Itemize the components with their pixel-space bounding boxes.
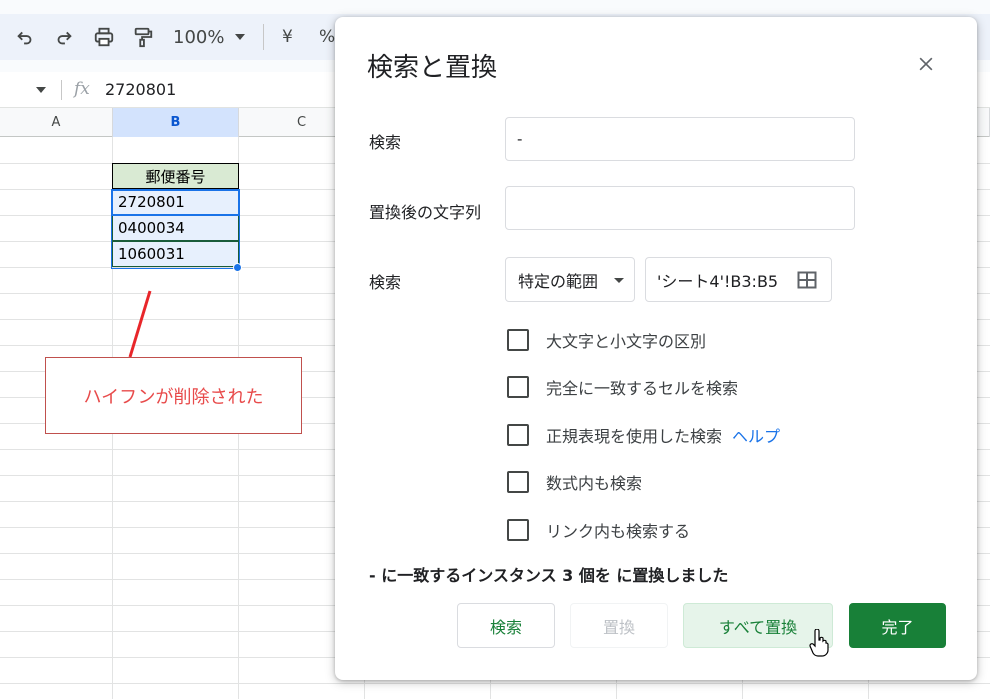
search-links-label: リンク内も検索する — [546, 522, 691, 541]
redo-icon[interactable] — [51, 24, 77, 50]
option-match-case[interactable]: 大文字と小文字の区別 — [507, 328, 706, 352]
percent-format-button[interactable]: % — [319, 27, 335, 47]
name-box-caret-icon[interactable] — [36, 87, 46, 93]
find-button[interactable]: 検索 — [457, 603, 555, 648]
hand-cursor-icon — [809, 629, 829, 657]
toolbar-divider — [263, 24, 264, 50]
cell-b4[interactable]: 0400034 — [112, 215, 239, 241]
dialog-title: 検索と置換 — [367, 53, 498, 83]
replace-input[interactable] — [505, 186, 855, 230]
scope-select[interactable]: 特定の範囲 — [505, 257, 635, 302]
find-replace-dialog: 検索と置換 検索 置換後の文字列 検索 特定の範囲 'シート4'!B3:B5 大… — [335, 17, 977, 680]
option-regex[interactable]: 正規表現を使用した検索 ヘルプ — [507, 423, 780, 447]
column-header-a[interactable]: A — [0, 108, 113, 137]
fill-handle[interactable] — [233, 263, 242, 272]
option-match-entire-cell[interactable]: 完全に一致するセルを検索 — [507, 375, 738, 399]
regex-checkbox[interactable] — [507, 424, 529, 446]
range-value: 'シート4'!B3:B5 — [657, 271, 779, 291]
close-icon[interactable] — [913, 51, 939, 77]
option-search-links[interactable]: リンク内も検索する — [507, 518, 690, 542]
done-button[interactable]: 完了 — [849, 603, 946, 648]
annotation-text: ハイフンが削除された — [83, 386, 264, 408]
match-entire-cell-checkbox[interactable] — [507, 376, 529, 398]
scope-select-value: 特定の範囲 — [518, 271, 599, 291]
column-header-b[interactable]: B — [113, 108, 239, 137]
dropdown-caret-icon — [614, 278, 624, 283]
replace-label: 置換後の文字列 — [369, 203, 482, 222]
search-scope-label: 検索 — [369, 273, 402, 292]
undo-icon[interactable] — [12, 24, 38, 50]
search-formulas-checkbox[interactable] — [507, 471, 529, 493]
select-range-icon[interactable] — [797, 270, 817, 290]
find-label: 検索 — [369, 133, 402, 152]
print-icon[interactable] — [91, 24, 117, 50]
formula-divider — [61, 80, 62, 100]
cell-b2-header[interactable]: 郵便番号 — [112, 163, 239, 189]
range-input[interactable]: 'シート4'!B3:B5 — [645, 257, 832, 302]
match-case-checkbox[interactable] — [507, 329, 529, 351]
formula-input[interactable]: 2720801 — [105, 80, 176, 99]
replace-button[interactable]: 置換 — [570, 603, 668, 648]
option-search-formulas[interactable]: 数式内も検索 — [507, 470, 642, 494]
find-input[interactable] — [505, 117, 855, 161]
regex-label: 正規表現を使用した検索 — [546, 427, 723, 446]
annotation-callout: ハイフンが削除された — [45, 357, 302, 434]
search-formulas-label: 数式内も検索 — [546, 474, 643, 493]
fx-icon: fx — [74, 79, 90, 99]
search-links-checkbox[interactable] — [507, 519, 529, 541]
cell-b5[interactable]: 1060031 — [112, 241, 239, 267]
match-entire-cell-label: 完全に一致するセルを検索 — [546, 379, 739, 398]
zoom-caret-icon[interactable] — [235, 34, 245, 40]
match-case-label: 大文字と小文字の区別 — [546, 332, 707, 351]
status-message: - に一致するインスタンス 3 個を に置換しました — [369, 566, 729, 585]
paint-format-icon[interactable] — [130, 24, 156, 50]
currency-format-button[interactable]: ¥ — [282, 27, 293, 47]
active-cell-outline — [111, 189, 240, 216]
help-link[interactable]: ヘルプ — [732, 423, 780, 447]
zoom-select[interactable]: 100% — [173, 27, 224, 48]
